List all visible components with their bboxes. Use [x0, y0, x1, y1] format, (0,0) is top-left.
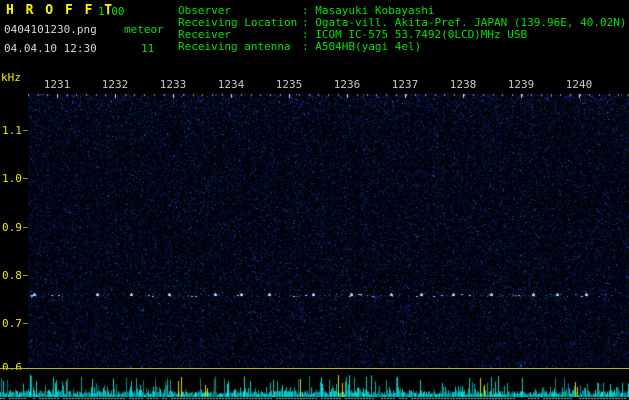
- echo-count: 11: [141, 42, 155, 55]
- x-tick-label: 1240: [565, 78, 593, 91]
- observation-info: Observer : Masayuki Kobayashi Receiving …: [178, 5, 627, 53]
- x-tick-label: 1238: [449, 78, 477, 91]
- app-version: 1.00: [98, 5, 125, 18]
- y-tick-label: 0.8: [2, 269, 22, 282]
- x-tick-label: 1235: [275, 78, 303, 91]
- x-tick-label: 1234: [217, 78, 245, 91]
- y-tick-label: 1.0: [2, 172, 22, 185]
- x-tick-label: 1232: [101, 78, 129, 91]
- y-tick-label: 1.1: [2, 124, 22, 137]
- output-filename: 0404101230.png: [4, 23, 97, 36]
- mode-label: meteor: [124, 23, 164, 36]
- x-tick-label: 1239: [507, 78, 535, 91]
- info-row-antenna: Receiving antenna : A504HB(yagi 4el): [178, 41, 627, 53]
- spectrogram-baseline-divider: [0, 368, 629, 369]
- x-tick-label: 1231: [43, 78, 71, 91]
- spectrogram-canvas: [28, 94, 629, 368]
- datetime-label: 04.04.10 12:30: [4, 42, 97, 55]
- antenna-label: Receiving antenna: [178, 40, 291, 53]
- y-axis-unit: kHz: [1, 71, 21, 84]
- x-tick-label: 1236: [333, 78, 361, 91]
- x-tick-label: 1233: [159, 78, 187, 91]
- signal-strip-canvas: [0, 370, 629, 400]
- antenna-value: : A504HB(yagi 4el): [302, 40, 422, 53]
- x-tick-label: 1237: [391, 78, 419, 91]
- y-tick-label: 0.7: [2, 317, 22, 330]
- hrofft-screen: H R O F F T 1.00 0404101230.png meteor 0…: [0, 0, 629, 400]
- y-tick-label: 0.9: [2, 221, 22, 234]
